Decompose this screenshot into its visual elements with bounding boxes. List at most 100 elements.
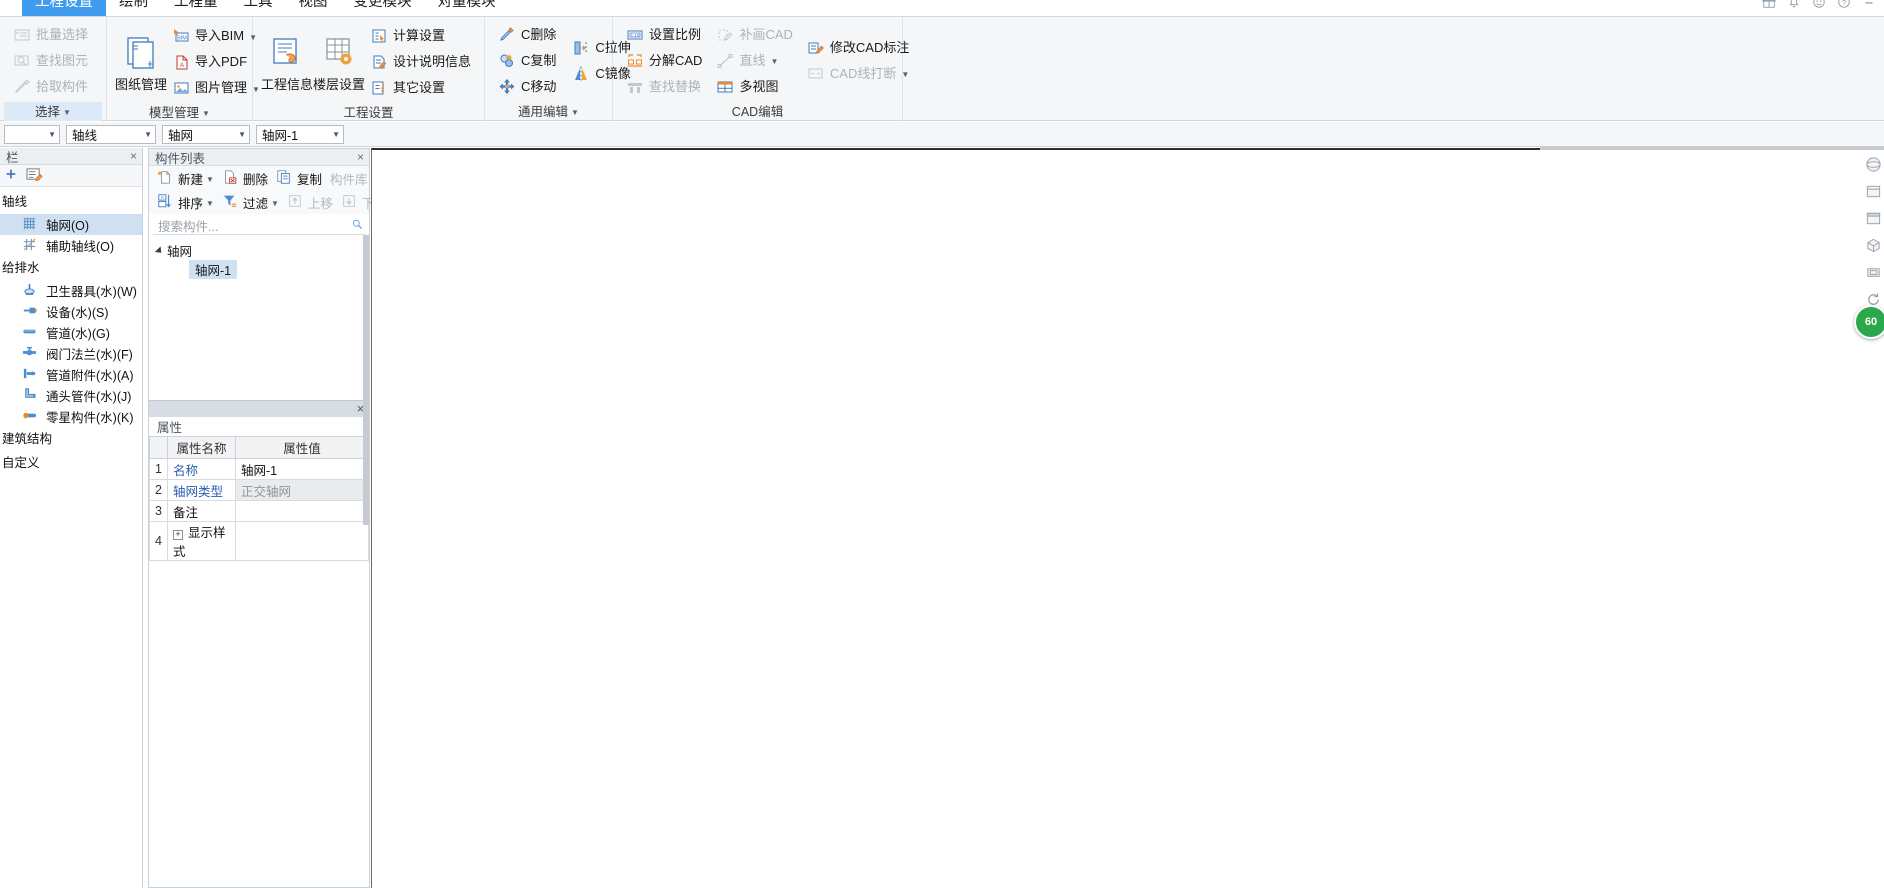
property-row-3-name[interactable]: 备注 — [167, 500, 236, 522]
filter-button[interactable]: 过滤 ▼ — [219, 192, 282, 213]
tab-duiliangmokuai[interactable]: 对量模块 — [425, 0, 509, 16]
property-row-3-value[interactable] — [235, 500, 369, 522]
image-manage-button[interactable]: 图片管理 ▼ — [167, 76, 267, 101]
edit-cad-dim-button[interactable]: 修改CAD标注 — [802, 35, 916, 60]
search-icon[interactable] — [351, 218, 363, 233]
batch-select-button[interactable]: 批量选择 — [8, 22, 95, 47]
status-badge[interactable]: 60 — [1854, 305, 1884, 339]
chevron-down-icon[interactable]: ▼ — [770, 57, 778, 66]
gift-icon[interactable] — [1762, 0, 1776, 9]
delete-component-button[interactable]: 删除 — [219, 168, 271, 189]
tab-gongchengliang[interactable]: 工程量 — [161, 0, 231, 16]
nav-item-pipe-accessory[interactable]: 管道附件(水)(A) — [0, 364, 142, 385]
close-icon[interactable]: × — [357, 150, 364, 164]
smiley-icon[interactable] — [1812, 0, 1826, 9]
nav-item-sanitary-fixture[interactable]: 卫生器具(水)(W) — [0, 280, 142, 301]
find-replace-button[interactable]: 查找替换 — [621, 74, 709, 99]
combo-axis-grid[interactable]: 轴网 ▼ — [162, 124, 250, 144]
chevron-down-icon[interactable]: ▼ — [901, 70, 909, 79]
explode-cad-button[interactable]: 分解CAD — [621, 48, 709, 73]
chevron-down-icon[interactable]: ▼ — [238, 130, 246, 139]
nav-item-pipe-fitting[interactable]: 通头管件(水)(J) — [0, 385, 142, 406]
nav-item-equipment[interactable]: 设备(水)(S) — [0, 301, 142, 322]
perspective-view-icon[interactable] — [1864, 263, 1882, 281]
property-row-2-value: 正交轴网 — [235, 479, 369, 501]
line-button[interactable]: 直线 ▼ — [711, 48, 799, 73]
iso-view-icon[interactable] — [1864, 236, 1882, 254]
c-move-button[interactable]: C移动 — [493, 74, 563, 99]
nav-item-axis-grid[interactable]: 轴网(O) — [0, 214, 142, 235]
ribbon-group-model-manage-label[interactable]: 模型管理 ▼ — [111, 105, 248, 121]
table-row[interactable]: 2 轴网类型 正交轴网 — [149, 479, 369, 501]
chevron-down-icon[interactable]: ▼ — [571, 105, 579, 121]
c-copy-button[interactable]: C复制 — [493, 48, 563, 73]
help-icon[interactable]: ? — [1837, 0, 1851, 9]
table-row[interactable]: 1 名称 轴网-1 — [149, 458, 369, 480]
copy-component-button[interactable]: 复制 — [273, 168, 325, 189]
chevron-down-icon[interactable]: ▼ — [206, 199, 214, 208]
search-component-input[interactable]: 搜索构件... — [153, 216, 366, 235]
chevron-down-icon[interactable]: ▼ — [271, 199, 279, 208]
minimize-icon[interactable] — [1862, 0, 1876, 9]
add-icon[interactable] — [4, 167, 18, 184]
collapse-triangle-icon[interactable] — [154, 245, 165, 256]
close-icon[interactable]: × — [130, 149, 137, 163]
import-pdf-button[interactable]: A 导入PDF — [167, 50, 267, 75]
component-tree-scrollbar[interactable] — [363, 235, 369, 525]
top-view-icon[interactable] — [1864, 209, 1882, 227]
property-row-4-value[interactable] — [235, 521, 369, 561]
tree-node-axis-grid[interactable]: 轴网 — [149, 241, 369, 260]
other-settings-button[interactable]: 其它设置 — [365, 76, 478, 101]
combo-axis-grid-instance[interactable]: 轴网-1 ▼ — [256, 124, 344, 144]
nav-item-pipe[interactable]: 管道(水)(G) — [0, 322, 142, 343]
tab-gongchengshezhi[interactable]: 工程设置 — [22, 0, 106, 16]
bell-icon[interactable] — [1787, 0, 1801, 9]
property-row-1-name[interactable]: 名称 — [167, 458, 236, 480]
c-delete-button[interactable]: C删除 — [493, 22, 563, 47]
expand-icon[interactable]: + — [173, 529, 183, 540]
property-row-4-name[interactable]: + 显示样式 — [167, 521, 236, 561]
ribbon-group-common-edit-label[interactable]: 通用编辑 ▼ — [489, 102, 608, 121]
chevron-down-icon[interactable]: ▼ — [332, 130, 340, 139]
chevron-down-icon[interactable]: ▼ — [48, 130, 56, 139]
scrollbar-thumb[interactable] — [363, 235, 369, 525]
edit-list-icon[interactable] — [26, 167, 43, 185]
set-scale-button[interactable]: 1:10 设置比例 — [621, 22, 709, 47]
project-info-button[interactable]: 工程信息 — [261, 19, 313, 105]
find-element-button[interactable]: 查找图元 — [8, 48, 95, 73]
nav-item-aux-axis[interactable]: 辅助轴线(O) — [0, 235, 142, 256]
orbit-view-icon[interactable] — [1864, 155, 1882, 173]
drawing-canvas[interactable] — [371, 146, 1884, 888]
tree-leaf-axis-grid-1[interactable]: 轴网-1 — [189, 260, 238, 279]
tab-gongju[interactable]: 工具 — [231, 0, 286, 16]
multi-view-button[interactable]: 多视图 — [711, 74, 799, 99]
combo-0[interactable]: ▼ — [4, 124, 60, 144]
table-row[interactable]: 4 + 显示样式 — [149, 521, 369, 561]
combo-axis-line[interactable]: 轴线 ▼ — [66, 124, 156, 144]
tab-huizhi[interactable]: 绘制 — [106, 0, 161, 16]
chevron-down-icon[interactable]: ▼ — [206, 175, 214, 184]
nav-item-misc-component[interactable]: 零星构件(水)(K) — [0, 406, 142, 427]
pick-component-button[interactable]: 拾取构件 — [8, 74, 95, 99]
new-component-button[interactable]: 新建 ▼ — [154, 168, 217, 189]
sort-button[interactable]: AZ 排序 ▼ — [154, 192, 217, 213]
ribbon-group-select-label[interactable]: 选择 ▼ — [4, 102, 102, 121]
chevron-down-icon[interactable]: ▼ — [63, 105, 71, 121]
chevron-down-icon[interactable]: ▼ — [144, 130, 152, 139]
design-note-button[interactable]: 设计说明信息 — [365, 50, 478, 75]
floor-settings-button[interactable]: 楼层设置 — [313, 19, 365, 105]
import-bim-button[interactable]: BIM 导入BIM ▼ — [167, 24, 267, 49]
table-row[interactable]: 3 备注 — [149, 500, 369, 522]
cad-line-break-button[interactable]: CAD线打断 ▼ — [802, 61, 916, 86]
tab-shitu[interactable]: 视图 — [286, 0, 341, 16]
move-up-button[interactable]: 上移 — [284, 192, 336, 213]
tab-biangengmokuai[interactable]: 变更模块 — [341, 0, 425, 16]
redraw-cad-button[interactable]: 补画CAD — [711, 22, 799, 47]
calc-settings-button[interactable]: 计算设置 — [365, 24, 478, 49]
front-view-icon[interactable] — [1864, 182, 1882, 200]
chevron-down-icon[interactable]: ▼ — [202, 106, 210, 122]
property-row-1-value[interactable]: 轴网-1 — [235, 458, 369, 480]
nav-item-valve-flange[interactable]: 阀门法兰(水)(F) — [0, 343, 142, 364]
drawing-manage-button[interactable]: 图纸管理 — [115, 19, 167, 105]
property-row-2-name[interactable]: 轴网类型 — [167, 479, 236, 501]
